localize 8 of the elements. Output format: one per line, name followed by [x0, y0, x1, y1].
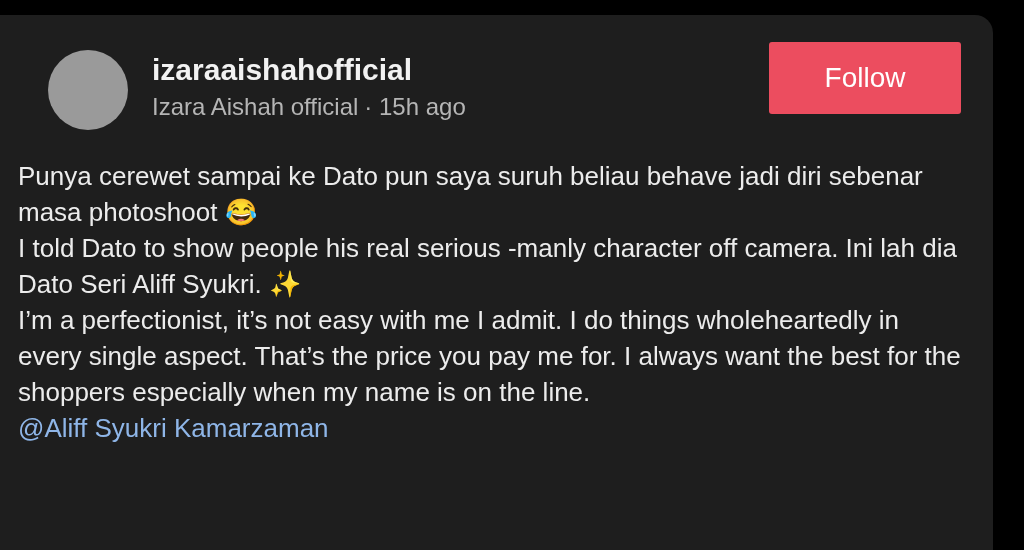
follow-button[interactable]: Follow — [769, 42, 961, 114]
post-time: · 15h ago — [364, 93, 466, 121]
display-name: Izara Aishah official — [152, 93, 359, 121]
username[interactable]: izaraaishahofficial — [152, 53, 769, 87]
mention-link[interactable]: @Aliff Syukri Kamarzaman — [18, 410, 329, 446]
post-paragraph: Punya cerewet sampai ke Dato pun saya suruh beliau behave jadi diri sebenar masa photoshoot 😂 — [18, 160, 924, 229]
post-paragraph: I’m a perfectionist, it’s not easy with me I admit. I do things wholeheartedly in every single aspect. That’s the price you pay me for. I always want the best for the shoppers especially when my name is on the line. — [18, 304, 962, 409]
post-paragraph: I told Dato to show people his real serious -manly character off camera. Ini lah dia Dato Seri Aliff Syukri. ✨ — [18, 232, 958, 301]
